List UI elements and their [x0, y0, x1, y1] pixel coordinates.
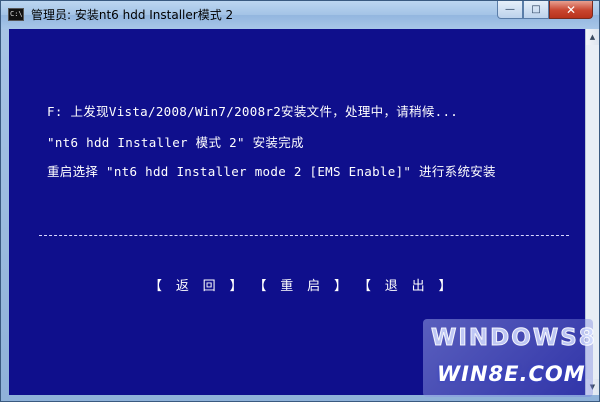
maximize-icon: □ [531, 4, 541, 15]
console-line-found: F: 上发现Vista/2008/Win7/2008r2安装文件，处理中，请稍候… [47, 104, 459, 119]
minimize-icon: — [505, 4, 515, 15]
console-line-reboot-hint: 重启选择 "nt6 hdd Installer mode 2 [EMS Enab… [47, 164, 496, 179]
window-title: 管理员: 安装nt6 hdd Installer模式 2 [31, 8, 234, 22]
title-bar[interactable]: C:\ 管理员: 安装nt6 hdd Installer模式 2 — □ ✕ [1, 1, 599, 29]
watermark-logo-bottom: WIN8E.COM [437, 362, 586, 386]
console-line-complete: "nt6 hdd Installer 模式 2" 安装完成 [47, 135, 304, 150]
console-app-icon[interactable]: C:\ [8, 8, 24, 21]
back-button[interactable]: 【 返 回 】 [149, 275, 245, 294]
exit-button[interactable]: 【 退 出 】 [358, 275, 454, 294]
window-controls: — □ ✕ [497, 1, 593, 20]
scroll-up-arrow-icon[interactable]: ▲ [586, 29, 599, 45]
reboot-button[interactable]: 【 重 启 】 [253, 275, 349, 294]
console-window: C:\ 管理员: 安装nt6 hdd Installer模式 2 — □ ✕ F… [0, 0, 600, 402]
minimize-button[interactable]: — [497, 1, 523, 19]
console-menu: 【 返 回 】 【 重 启 】 【 退 出 】 [149, 275, 462, 294]
console-separator [39, 235, 569, 236]
watermark-logo-top: WINDOWS8 [431, 325, 597, 352]
close-button[interactable]: ✕ [549, 1, 593, 19]
maximize-button[interactable]: □ [523, 1, 549, 19]
close-icon: ✕ [565, 2, 577, 17]
watermark-logo: WINDOWS8 WIN8E.COM [423, 319, 595, 397]
